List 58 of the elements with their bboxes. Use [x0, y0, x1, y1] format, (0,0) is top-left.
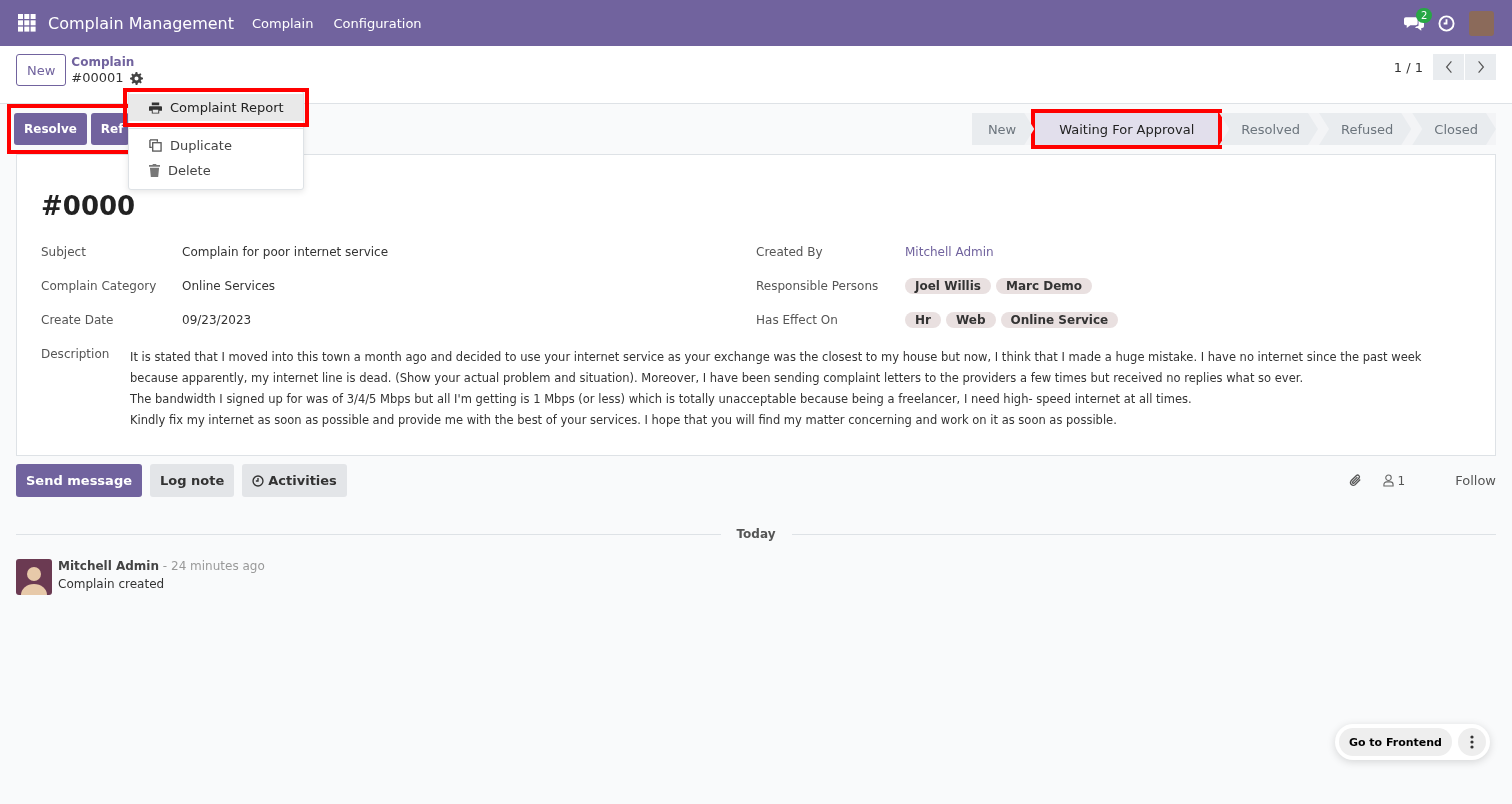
stage-button[interactable]: Resolved [1219, 113, 1319, 145]
tag: Online Service [1000, 312, 1119, 328]
app-name[interactable]: Complain Management [48, 13, 235, 33]
description-text: It is stated that I moved into this town a month ago and decided to use your internet service as your exchange was the closest to my house but now, I think that I made a huge mistake. I have no internet since the past week because apparently, my internet line is dead. (Show your actual problem and situation). Moreover, I have been sending complaint letters to the providers a few times but received no replies what so ever. The bandwidth I signed up for was of 3/4/5 Mbps but all I'm getting is 1 Mbps (or less) which is totally unacceptable because being a freelancer, I need high- speed internet at all times. Kindly fix my internet as soon as possible and provide me with the best of your services. I hope that you will find my matter concerning and work on it as soon as possible. [130, 349, 1423, 429]
field-value: Online Services [182, 279, 276, 293]
pager-value: 1 / 1 [1393, 59, 1423, 75]
clock-icon[interactable] [1438, 14, 1455, 32]
field-label: Has Effect On [756, 313, 839, 327]
tag: Marc Demo [996, 278, 1093, 294]
avatar-icon [16, 559, 52, 595]
stage-button[interactable]: New [971, 113, 1035, 145]
field-label: Responsible Persons [756, 279, 880, 293]
message-author: Mitchell Admin [58, 559, 160, 573]
copy-icon [149, 139, 162, 152]
user-link[interactable]: Mitchell Admin [905, 245, 994, 259]
record-name: #00001 [71, 70, 124, 86]
message-time: - 24 minutes ago [162, 559, 265, 573]
follower-count: 1 [1397, 473, 1406, 488]
clock-icon [252, 474, 265, 487]
chevron-right-icon [1476, 60, 1485, 74]
trash-icon [149, 164, 160, 177]
action-button[interactable]: Ref [90, 113, 130, 145]
stage-button[interactable]: Closed [1412, 113, 1496, 145]
chevron-left-icon [1444, 60, 1453, 74]
more-options-button[interactable] [1458, 728, 1486, 756]
action-button[interactable]: Resolve [14, 113, 87, 145]
menu-item[interactable]: Complain [252, 15, 314, 31]
field-label: Description [41, 347, 111, 363]
menu-item[interactable]: Configuration [333, 15, 422, 31]
paperclip-icon[interactable] [1347, 473, 1363, 488]
message-body: Complain created [58, 577, 166, 591]
chatter-button[interactable]: Activities [242, 464, 347, 497]
tag: Hr [905, 312, 941, 328]
chatter-button[interactable]: Log note [150, 464, 235, 497]
record-title: #0000 [41, 191, 137, 221]
field-label: Complain Category [41, 279, 158, 293]
field-label: Create Date [41, 313, 115, 327]
menu-item[interactable]: Delete [129, 158, 303, 183]
app-grid-icon[interactable] [18, 14, 36, 32]
field-label: Created By [756, 245, 824, 259]
person-icon[interactable] [1382, 474, 1394, 487]
settings-icon[interactable] [129, 71, 143, 85]
follow-button[interactable]: Follow [1455, 473, 1496, 488]
printer-icon [149, 101, 162, 114]
breadcrumb-link[interactable]: Complain [71, 54, 143, 70]
tag: Web [945, 312, 996, 328]
field-value: Complain for poor internet service [182, 245, 389, 259]
stage-button[interactable]: Refused [1319, 113, 1412, 145]
tag: Joel Willis [905, 278, 991, 294]
field-label: Subject [41, 245, 87, 259]
go-to-frontend-button[interactable]: Go to Frontend [1338, 728, 1452, 756]
date-separator: Today [736, 527, 776, 541]
chatter-button[interactable]: Send message [16, 464, 142, 497]
new-button[interactable]: New [16, 54, 67, 86]
message-count-badge: 2 [1416, 7, 1433, 23]
menu-item[interactable]: Duplicate [129, 133, 303, 158]
vertical-dots-icon [1470, 735, 1474, 749]
field-value: 09/23/2023 [182, 313, 252, 327]
